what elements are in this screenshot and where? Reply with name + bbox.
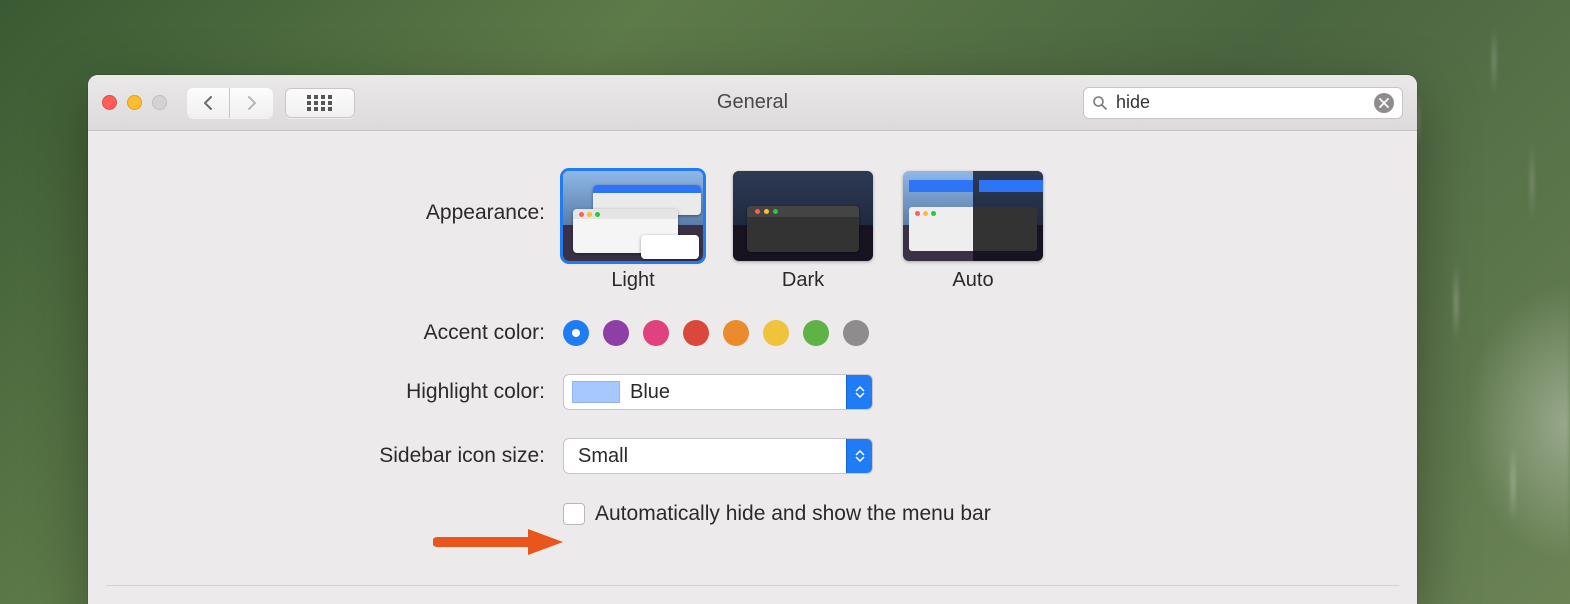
sidebar-size-label: Sidebar icon size: (88, 444, 563, 468)
back-button[interactable] (187, 88, 230, 118)
sidebar-size-dropdown[interactable]: Small (563, 438, 873, 474)
toolbar: General (88, 75, 1417, 131)
forward-button[interactable] (230, 88, 273, 118)
appearance-options: Light Dark Auto (563, 171, 1043, 292)
appearance-option-label: Auto (903, 269, 1043, 292)
search-field[interactable] (1083, 87, 1403, 119)
x-icon (1379, 98, 1389, 108)
show-all-button[interactable] (285, 88, 355, 118)
close-window-button[interactable] (102, 95, 117, 110)
appearance-row: Appearance: Light Dark (88, 171, 1417, 292)
nav-segment (187, 88, 273, 118)
accent-color-3[interactable] (683, 320, 709, 346)
accent-label: Accent color: (88, 321, 563, 345)
divider (106, 585, 1399, 586)
search-icon (1092, 95, 1108, 111)
accent-colors (563, 320, 869, 346)
appearance-option-dark[interactable]: Dark (733, 171, 873, 292)
chevron-left-icon (202, 95, 214, 111)
dropdown-stepper-icon (846, 375, 872, 409)
sidebar-size-value: Small (564, 445, 846, 468)
annotation-arrow-icon (433, 527, 563, 557)
grid-icon (307, 95, 333, 111)
auto-hide-row: Automatically hide and show the menu bar (88, 502, 1417, 526)
accent-color-1[interactable] (603, 320, 629, 346)
accent-color-6[interactable] (803, 320, 829, 346)
appearance-option-label: Dark (733, 269, 873, 292)
chevron-right-icon (246, 95, 258, 111)
appearance-thumbnail-auto (903, 171, 1043, 261)
auto-hide-menubar-label: Automatically hide and show the menu bar (595, 502, 991, 526)
clear-search-button[interactable] (1374, 93, 1394, 113)
preferences-window: General Appearance: Light (88, 75, 1417, 604)
accent-color-0[interactable] (563, 320, 589, 346)
auto-hide-menubar-checkbox[interactable] (563, 503, 585, 525)
appearance-thumbnail-dark (733, 171, 873, 261)
appearance-thumbnail-light (563, 171, 703, 261)
accent-color-2[interactable] (643, 320, 669, 346)
accent-row: Accent color: (88, 320, 1417, 346)
appearance-label: Appearance: (88, 171, 563, 225)
accent-color-4[interactable] (723, 320, 749, 346)
search-input[interactable] (1116, 92, 1366, 113)
sidebar-size-row: Sidebar icon size: Small (88, 438, 1417, 474)
highlight-row: Highlight color: Blue (88, 374, 1417, 410)
accent-color-5[interactable] (763, 320, 789, 346)
dropdown-stepper-icon (846, 439, 872, 473)
appearance-option-light[interactable]: Light (563, 171, 703, 292)
appearance-option-label: Light (563, 269, 703, 292)
appearance-option-auto[interactable]: Auto (903, 171, 1043, 292)
content-pane: Appearance: Light Dark (88, 131, 1417, 526)
accent-color-7[interactable] (843, 320, 869, 346)
highlight-label: Highlight color: (88, 380, 563, 404)
highlight-swatch (572, 381, 620, 403)
minimize-window-button[interactable] (127, 95, 142, 110)
zoom-window-button (152, 95, 167, 110)
highlight-dropdown[interactable]: Blue (563, 374, 873, 410)
window-controls (102, 95, 167, 110)
highlight-value: Blue (620, 381, 846, 404)
